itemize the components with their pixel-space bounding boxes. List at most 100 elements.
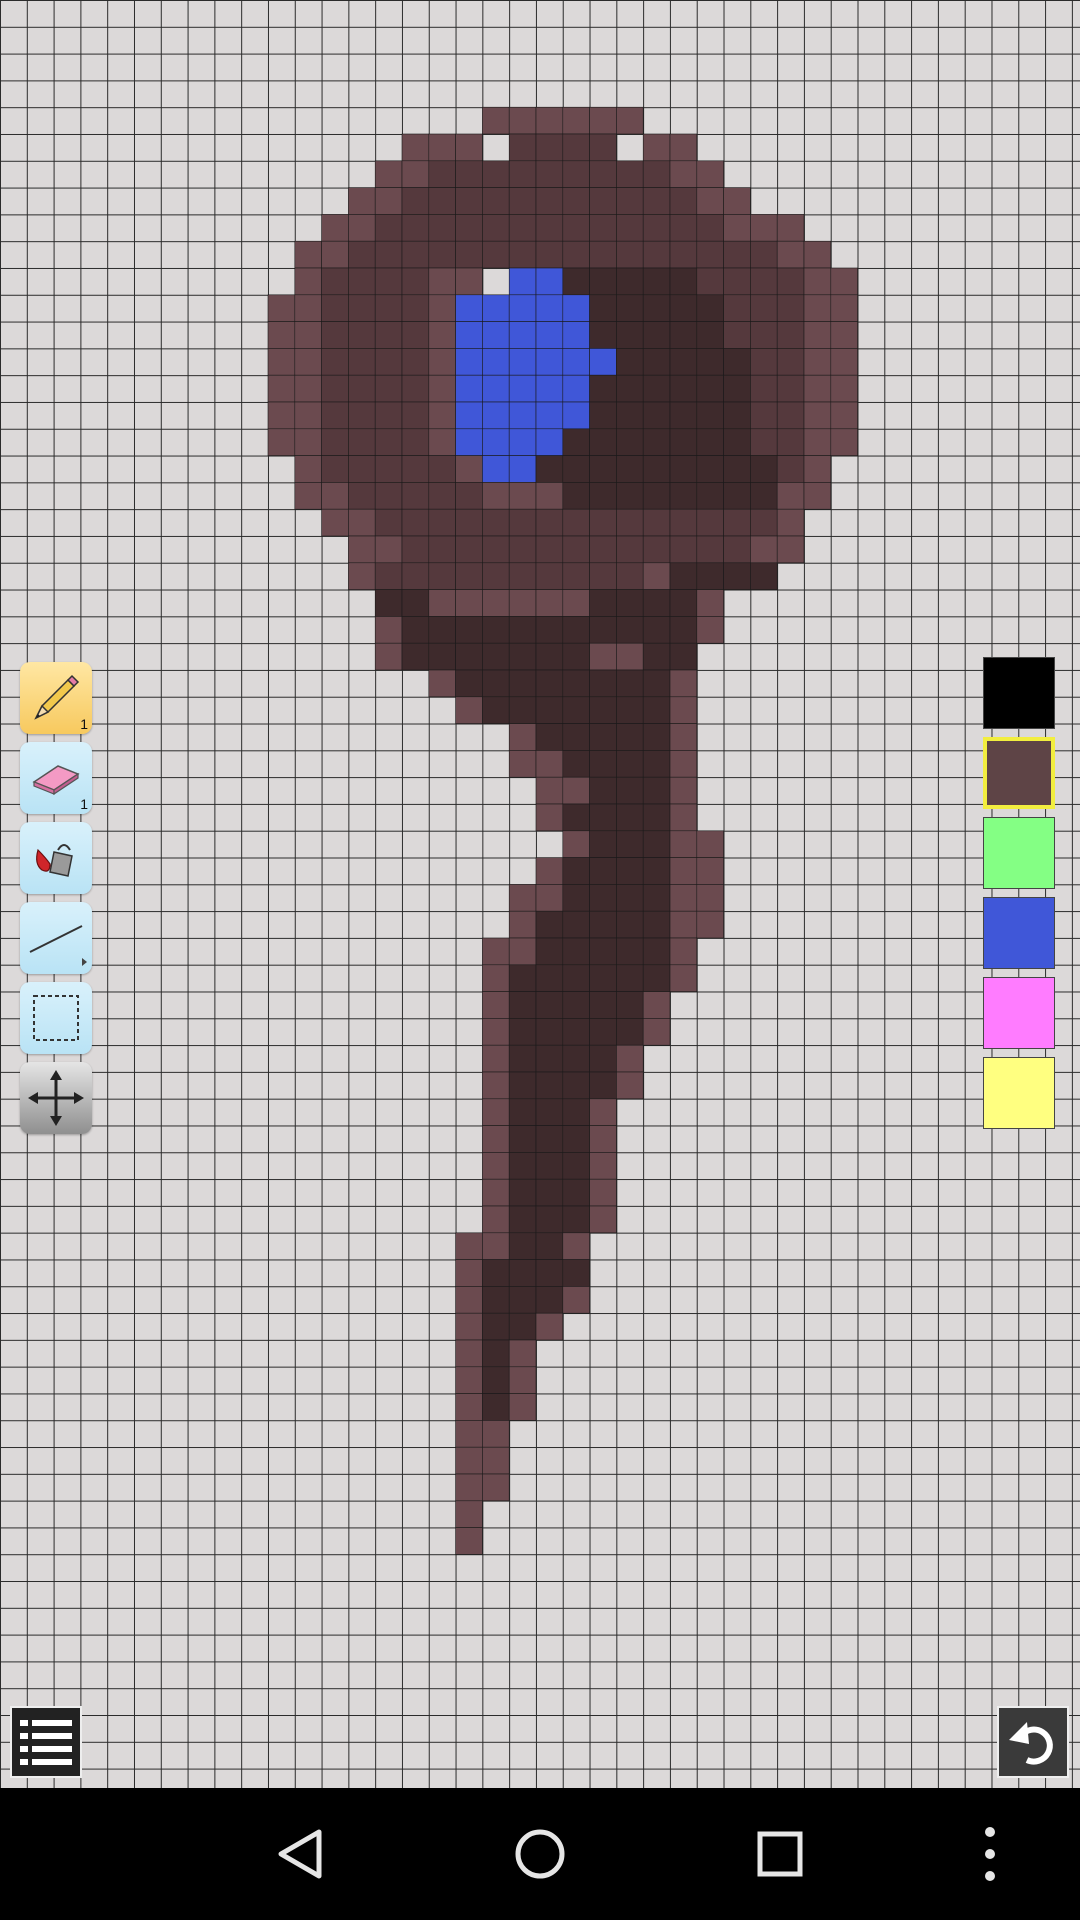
pixel [642, 991, 671, 1019]
pixel [508, 294, 537, 322]
pixel [669, 830, 698, 858]
pixel [508, 535, 537, 564]
pixel [562, 964, 590, 992]
pixel-canvas[interactable] [0, 0, 1080, 1788]
pixel [642, 428, 671, 456]
pixel [589, 401, 617, 430]
pixel [589, 240, 617, 269]
pixel [830, 374, 858, 403]
pixel [482, 401, 510, 430]
pixel [482, 1286, 510, 1314]
pixel [348, 455, 376, 483]
pixel [294, 482, 322, 510]
pixel [401, 401, 430, 430]
pixel [723, 455, 751, 483]
pencil-tool-button[interactable]: 1 [20, 662, 92, 734]
recents-button[interactable] [730, 1810, 830, 1898]
pixel [508, 321, 537, 349]
more-options-button[interactable] [940, 1810, 1040, 1898]
color-swatch[interactable] [983, 657, 1055, 729]
pixel [562, 321, 590, 349]
pixel [455, 562, 483, 590]
pixel [750, 374, 778, 403]
pixel [455, 214, 483, 242]
pixel [589, 267, 617, 296]
pixel [669, 776, 698, 805]
pixel [508, 1286, 537, 1314]
pixel [669, 723, 698, 751]
pixel [562, 1125, 590, 1153]
color-swatch[interactable] [983, 897, 1055, 969]
pixel [589, 964, 617, 992]
home-button[interactable] [490, 1810, 590, 1898]
pixel [616, 214, 644, 242]
eraser-tool-button[interactable]: 1 [20, 742, 92, 814]
pixel [535, 321, 564, 349]
pixel [401, 187, 430, 215]
pixel [535, 910, 564, 939]
pixel [562, 776, 590, 805]
pixel [562, 374, 590, 403]
pixel [508, 187, 537, 215]
pixel [508, 1125, 537, 1153]
pixel [642, 214, 671, 242]
pixel [750, 348, 778, 376]
pixel [374, 455, 403, 483]
pixel [589, 1152, 617, 1180]
pixel [776, 214, 805, 242]
pixel [535, 240, 564, 269]
pixel [482, 696, 510, 724]
pixel [616, 1071, 644, 1100]
color-swatch[interactable] [983, 737, 1055, 809]
pixel [482, 106, 510, 135]
pixel [482, 482, 510, 510]
pixel [455, 1393, 483, 1421]
pixel [294, 240, 322, 269]
pixel [589, 321, 617, 349]
pixel [401, 160, 430, 188]
pixel [455, 1446, 483, 1475]
pixel [750, 240, 778, 269]
pixel [803, 401, 832, 430]
color-swatch[interactable] [983, 817, 1055, 889]
pixel [642, 964, 671, 992]
pixel [401, 562, 430, 590]
line-tool-button[interactable] [20, 902, 92, 974]
pixel [455, 240, 483, 269]
back-button[interactable] [250, 1810, 350, 1898]
pixel [428, 160, 456, 188]
pixel [374, 428, 403, 456]
pixel [508, 616, 537, 644]
pixel [401, 240, 430, 269]
pixel [669, 616, 698, 644]
pixel [535, 1071, 564, 1100]
menu-button[interactable] [10, 1706, 82, 1778]
pixel [562, 884, 590, 912]
pixel [589, 616, 617, 644]
pixel [562, 1044, 590, 1073]
pixel [321, 401, 349, 430]
pixel [535, 535, 564, 564]
pixel [776, 455, 805, 483]
pixel [428, 589, 456, 617]
move-tool-button[interactable] [20, 1062, 92, 1134]
pixel [776, 348, 805, 376]
pixel [696, 294, 724, 322]
pixel [696, 321, 724, 349]
pixel [642, 482, 671, 510]
pixel [616, 535, 644, 564]
pixel [750, 535, 778, 564]
pixel [616, 830, 644, 858]
select-tool-button[interactable] [20, 982, 92, 1054]
pixel [428, 294, 456, 322]
color-swatch[interactable] [983, 1057, 1055, 1129]
pixel [401, 214, 430, 242]
undo-button[interactable] [997, 1706, 1069, 1778]
pixel [776, 535, 805, 564]
pencil-icon [34, 674, 80, 720]
pixel [348, 214, 376, 242]
pixel [374, 401, 403, 430]
fill-tool-button[interactable] [20, 822, 92, 894]
pixel [642, 616, 671, 644]
color-swatch[interactable] [983, 977, 1055, 1049]
